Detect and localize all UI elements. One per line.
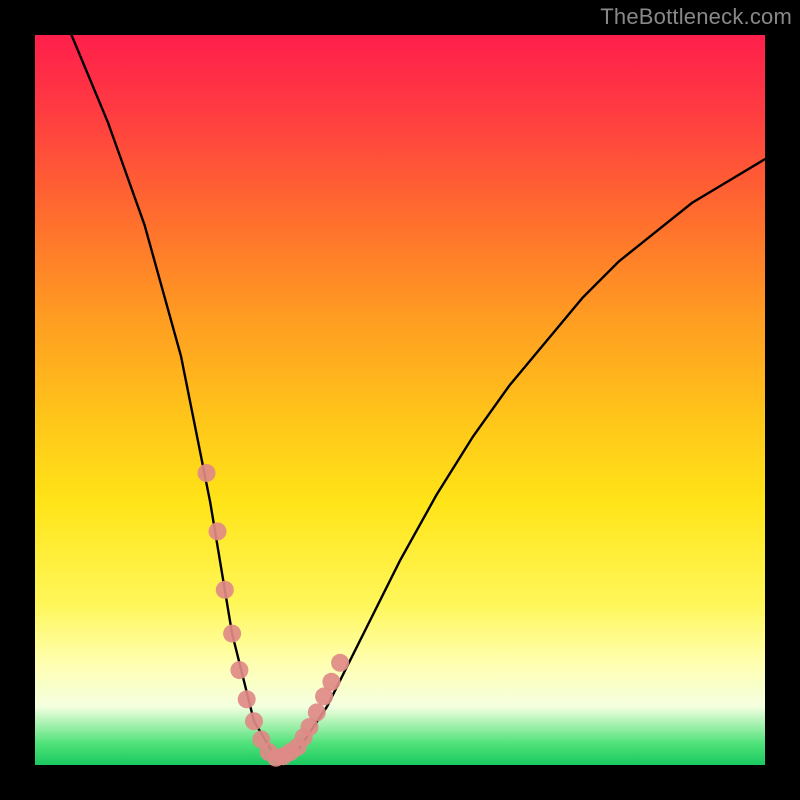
marker-point (209, 522, 227, 540)
marker-point (238, 690, 256, 708)
plot-area (35, 35, 765, 765)
marker-point (216, 581, 234, 599)
watermark-text: TheBottleneck.com (600, 4, 792, 30)
marker-point (198, 464, 216, 482)
marker-point (230, 661, 248, 679)
marker-point (331, 654, 349, 672)
chart-frame: TheBottleneck.com (0, 0, 800, 800)
marker-point (308, 703, 326, 721)
bottleneck-curve (72, 35, 766, 758)
marker-point (322, 673, 340, 691)
marker-point (223, 625, 241, 643)
highlighted-points (198, 464, 350, 767)
marker-point (245, 712, 263, 730)
curve-layer (35, 35, 765, 765)
